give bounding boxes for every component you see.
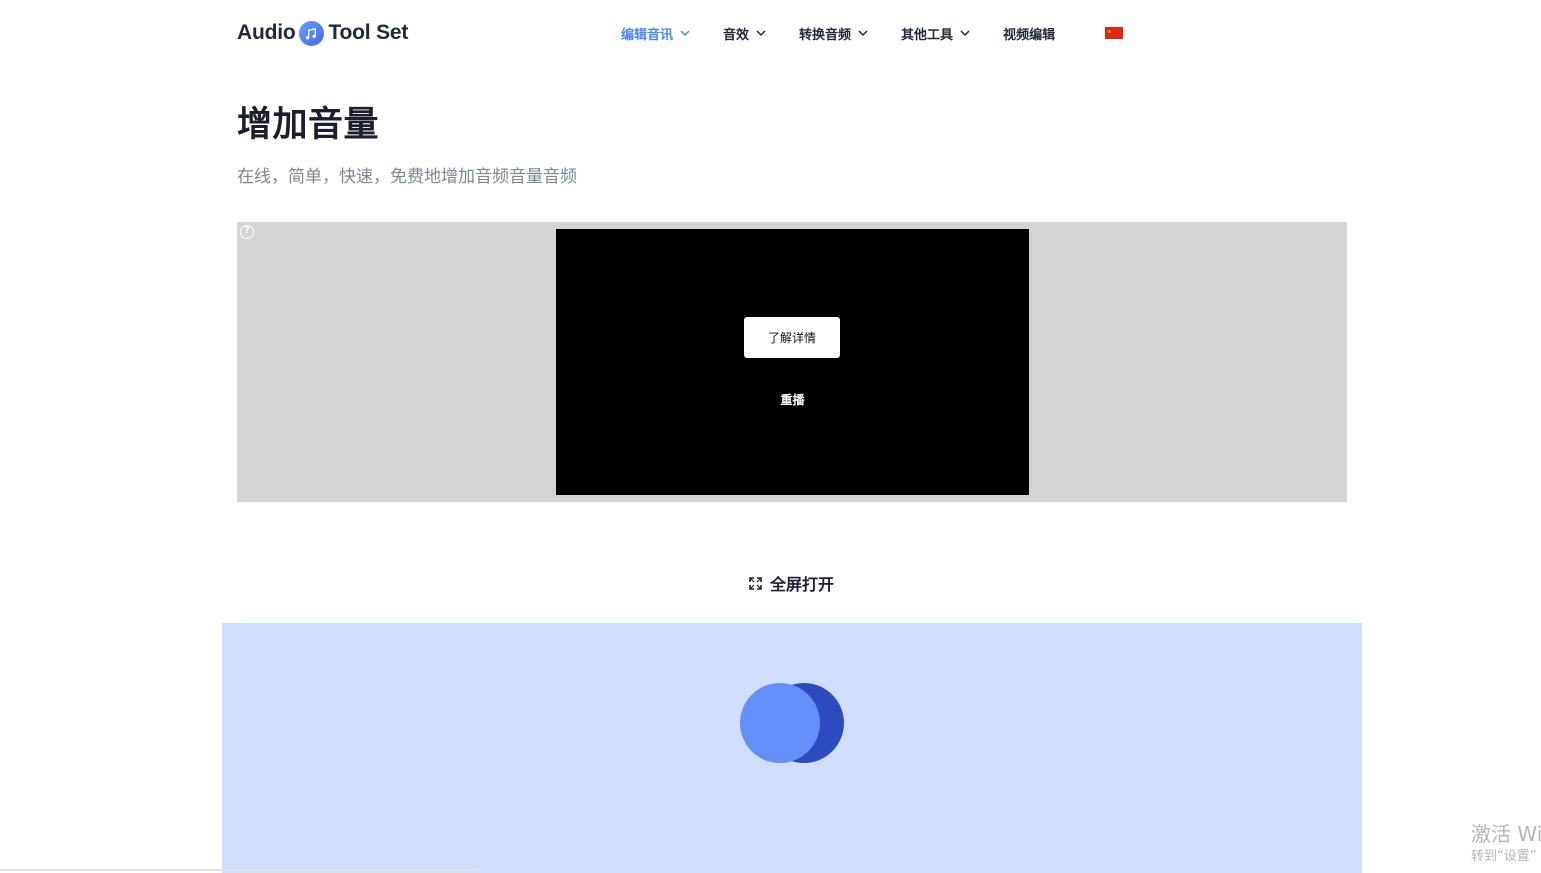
main-nav: 编辑音讯 音效 转换音频 其他工具 视频编辑 ★	[621, 22, 1124, 44]
nav-item-sound-effects[interactable]: 音效	[723, 24, 767, 43]
nav-item-video-edit[interactable]: 视频编辑	[1003, 24, 1055, 43]
china-flag-icon[interactable]: ★	[1105, 27, 1124, 39]
fullscreen-label: 全屏打开	[770, 575, 835, 594]
site-logo[interactable]: Audio Tool Set	[237, 18, 408, 48]
tool-workspace	[222, 623, 1362, 873]
nav-item-label: 其他工具	[901, 27, 954, 43]
nav-item-convert-audio[interactable]: 转换音频	[799, 24, 869, 43]
scroll-indicator	[0, 869, 478, 871]
help-icon[interactable]: ?	[240, 225, 254, 239]
nav-item-label: 音效	[723, 27, 750, 43]
ad-container: ? 了解详情 重播	[237, 222, 1347, 502]
chevron-down-icon	[960, 30, 970, 37]
loading-spinner-icon	[740, 683, 844, 763]
site-header: Audio Tool Set 编辑音讯 音效 转换音频 其他工具 视频编辑 ★	[0, 0, 1541, 66]
nav-item-edit-audio[interactable]: 编辑音讯	[621, 24, 691, 43]
expand-icon	[749, 576, 762, 590]
fullscreen-button[interactable]: 全屏打开	[749, 571, 834, 595]
loader-dot-front	[740, 683, 820, 763]
learn-more-button[interactable]: 了解详情	[744, 317, 840, 358]
replay-button[interactable]: 重播	[556, 391, 1029, 408]
page-title: 增加音量	[237, 105, 380, 145]
chevron-down-icon	[756, 30, 766, 37]
nav-item-label: 编辑音讯	[621, 27, 674, 43]
logo-text-toolset: Tool Set	[328, 21, 409, 44]
page-subtitle: 在线，简单，快速，免费地增加音频音量音频	[237, 167, 577, 187]
nav-item-label: 转换音频	[799, 27, 852, 43]
watermark-line-1: 激活 Wi	[1471, 822, 1541, 846]
ad-video-player[interactable]: 了解详情 重播	[556, 229, 1029, 495]
music-note-icon	[299, 20, 325, 46]
logo-text-audio: Audio	[237, 21, 296, 44]
chevron-down-icon	[680, 30, 690, 37]
nav-item-label: 视频编辑	[1003, 27, 1056, 43]
chevron-down-icon	[858, 30, 868, 37]
watermark-line-2: 转到“设置”	[1471, 849, 1537, 864]
nav-item-other-tools[interactable]: 其他工具	[901, 24, 971, 43]
windows-activation-watermark: 激活 Wi 转到“设置”	[1471, 822, 1541, 866]
